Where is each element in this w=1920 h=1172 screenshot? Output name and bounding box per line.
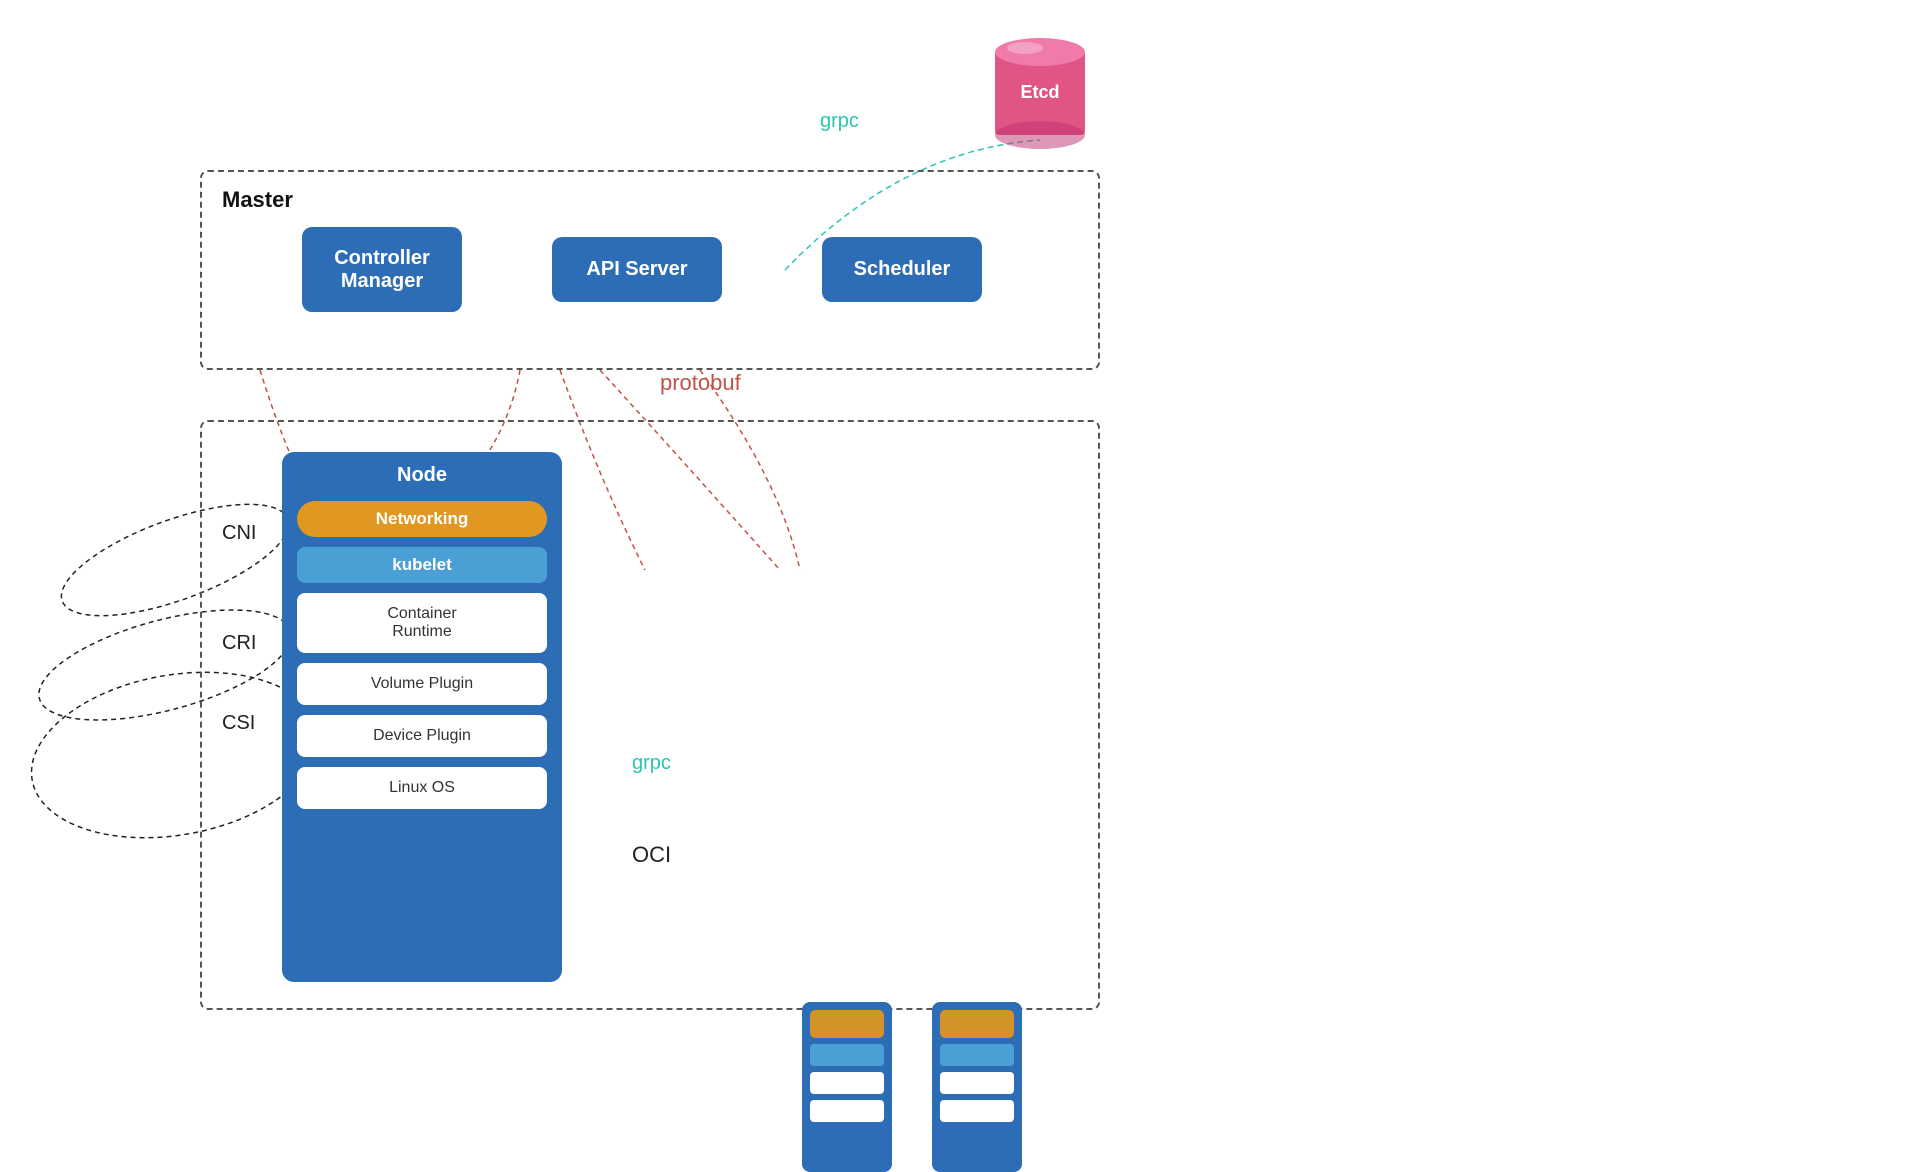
linux-os-box: Linux OS [297,767,547,809]
volume-plugin-box: Volume Plugin [297,663,547,705]
pod1-orange-bar [810,1010,884,1038]
device-plugin-box: Device Plugin [297,715,547,757]
scheduler-box: Scheduler [822,237,982,302]
pod2-orange-bar [940,1010,1014,1038]
cri-label: CRI [222,632,256,655]
scheduler-label: Scheduler [854,258,951,281]
grpc-etcd-label: grpc [820,110,859,133]
protobuf-label: protobuf [660,370,741,396]
pod1-box [802,1002,892,1172]
grpc-node-label: grpc [632,752,671,775]
etcd-component: Etcd [990,30,1090,150]
diagram: Etcd grpc Master ControllerManager API S… [0,0,1920,1080]
master-label: Master [222,187,293,213]
oci-label: OCI [632,842,671,868]
node-title: Node [397,464,447,487]
pod2-white-bar1 [940,1072,1014,1094]
csi-label: CSI [222,712,255,735]
pod2-box [932,1002,1022,1172]
controller-manager-box: ControllerManager [302,227,462,312]
pod1-white-bar2 [810,1100,884,1122]
api-server-box: API Server [552,237,722,302]
api-server-label: API Server [586,258,687,281]
etcd-cylinder-svg: Etcd [990,30,1090,150]
container-runtime-box: ContainerRuntime [297,593,547,653]
networking-box: Networking [297,501,547,537]
pod2-white-bar2 [940,1100,1014,1122]
cni-label: CNI [222,522,256,545]
master-box: Master ControllerManager API Server Sche… [200,170,1100,370]
pod2-blue-bar [940,1044,1014,1066]
pod1-blue-bar [810,1044,884,1066]
node-panel: Node Networking kubelet ContainerRuntime… [282,452,562,982]
pod1-white-bar1 [810,1072,884,1094]
pod2-container [932,1002,1022,1172]
kubelet-box: kubelet [297,547,547,583]
svg-text:Etcd: Etcd [1020,82,1059,102]
pod1-container [802,1002,892,1172]
controller-manager-label: ControllerManager [334,247,430,293]
node-box: CNI CRI CSI Node Networking kubelet Cont… [200,420,1100,1010]
